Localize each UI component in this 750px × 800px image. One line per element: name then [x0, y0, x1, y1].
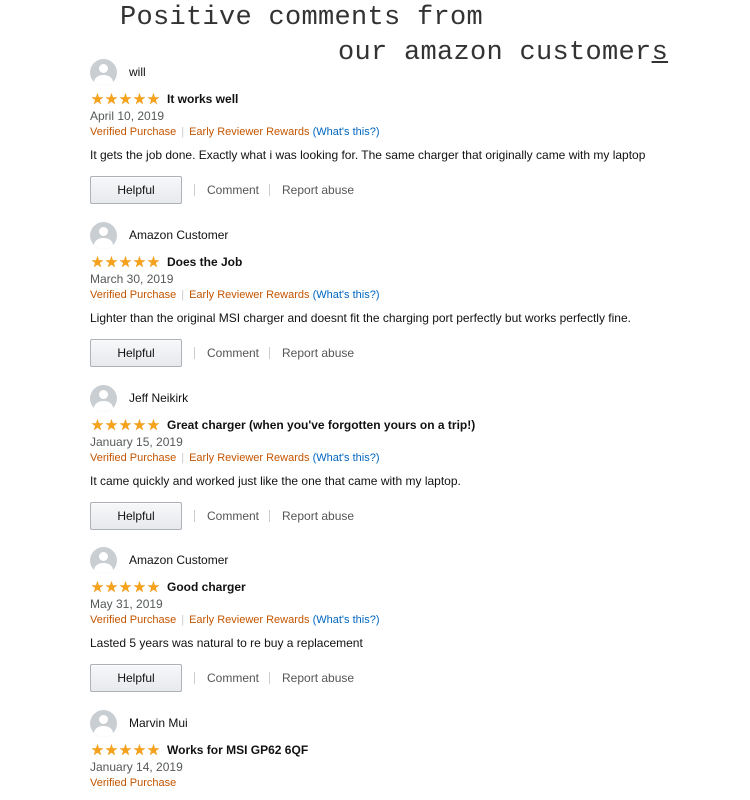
- avatar-icon: [90, 384, 117, 412]
- reviewer-name[interactable]: will: [129, 65, 146, 79]
- action-divider: [194, 347, 195, 359]
- reviewer-name[interactable]: Marvin Mui: [129, 716, 188, 730]
- reviewer-name[interactable]: Amazon Customer: [129, 553, 228, 567]
- reviewer-profile[interactable]: Amazon Customer: [90, 546, 730, 574]
- reviewer-name[interactable]: Jeff Neikirk: [129, 391, 188, 405]
- reviewer-profile[interactable]: Amazon Customer: [90, 221, 730, 249]
- star-icon: ★: [146, 741, 161, 759]
- review-card: Jeff Neikirk ★ ★ ★ ★ ★ Great charger (when y…: [90, 384, 730, 530]
- review-title[interactable]: Great charger (when you've forgotten you…: [167, 418, 475, 432]
- star-icon: ★: [132, 90, 147, 108]
- verified-purchase-badge: Verified Purchase: [90, 452, 177, 464]
- verified-purchase-badge: Verified Purchase: [90, 289, 177, 301]
- review-date: January 14, 2019: [90, 760, 183, 774]
- action-divider: [194, 672, 195, 684]
- review-date: March 30, 2019: [90, 272, 174, 286]
- review-body: It came quickly and worked just like the…: [90, 474, 461, 488]
- whats-this-link[interactable]: What's this?: [316, 126, 376, 138]
- review-date: May 31, 2019: [90, 597, 163, 611]
- action-divider: [194, 184, 195, 196]
- star-icon: ★: [132, 253, 147, 271]
- star-icon: ★: [104, 741, 119, 759]
- review-card: Marvin Mui ★ ★ ★ ★ ★ Works for MSI GP62 6QF …: [90, 709, 730, 792]
- whats-this-link[interactable]: What's this?: [316, 289, 376, 301]
- review-card: Amazon Customer ★ ★ ★ ★ ★ Good charger May 3…: [90, 546, 730, 692]
- star-rating[interactable]: ★ ★ ★ ★ ★: [90, 580, 160, 595]
- reviewer-profile[interactable]: Marvin Mui: [90, 709, 730, 737]
- review-title[interactable]: Does the Job: [167, 255, 242, 269]
- review-title[interactable]: Works for MSI GP62 6QF: [167, 743, 308, 757]
- report-abuse-link[interactable]: Report abuse: [282, 509, 354, 523]
- star-rating[interactable]: ★ ★ ★ ★ ★: [90, 92, 160, 107]
- early-reviewer-badge: Early Reviewer Rewards: [189, 126, 310, 138]
- review-body: Lasted 5 years was natural to re buy a r…: [90, 636, 363, 650]
- star-icon: ★: [90, 90, 105, 108]
- star-icon: ★: [104, 90, 119, 108]
- star-icon: ★: [146, 578, 161, 596]
- star-icon: ★: [118, 416, 133, 434]
- comment-link[interactable]: Comment: [207, 671, 259, 685]
- helpful-button[interactable]: Helpful: [90, 176, 182, 204]
- star-rating[interactable]: ★ ★ ★ ★ ★: [90, 418, 160, 433]
- star-icon: ★: [132, 578, 147, 596]
- star-rating[interactable]: ★ ★ ★ ★ ★: [90, 255, 160, 270]
- star-icon: ★: [118, 578, 133, 596]
- star-icon: ★: [104, 578, 119, 596]
- reviewer-name[interactable]: Amazon Customer: [129, 228, 228, 242]
- whats-this-link[interactable]: What's this?: [316, 614, 376, 626]
- review-card: will ★ ★ ★ ★ ★ It works well April 10, 2019 …: [90, 58, 730, 204]
- helpful-button[interactable]: Helpful: [90, 502, 182, 530]
- action-divider: [269, 184, 271, 196]
- helpful-button[interactable]: Helpful: [90, 664, 182, 692]
- review-card: Amazon Customer ★ ★ ★ ★ ★ Does the Job March…: [90, 221, 730, 367]
- star-icon: ★: [90, 253, 105, 271]
- early-reviewer-badge: Early Reviewer Rewards: [189, 614, 310, 626]
- comment-link[interactable]: Comment: [207, 346, 259, 360]
- star-icon: ★: [118, 741, 133, 759]
- review-date: April 10, 2019: [90, 109, 165, 123]
- star-icon: ★: [118, 90, 133, 108]
- helpful-button[interactable]: Helpful: [90, 339, 182, 367]
- star-rating[interactable]: ★ ★ ★ ★ ★: [90, 743, 160, 758]
- reviewer-profile[interactable]: will: [90, 58, 730, 86]
- verified-purchase-badge: Verified Purchase: [90, 614, 177, 626]
- early-reviewer-badge: Early Reviewer Rewards: [189, 289, 310, 301]
- star-icon: ★: [132, 416, 147, 434]
- report-abuse-link[interactable]: Report abuse: [282, 183, 354, 197]
- action-divider: [269, 347, 271, 359]
- review-body: Lighter than the original MSI charger an…: [90, 311, 631, 325]
- star-icon: ★: [132, 741, 147, 759]
- early-reviewer-badge: Early Reviewer Rewards: [189, 452, 310, 464]
- avatar-icon: [90, 221, 117, 249]
- whats-this-link[interactable]: What's this?: [316, 452, 376, 464]
- reviewer-profile[interactable]: Jeff Neikirk: [90, 384, 730, 412]
- report-abuse-link[interactable]: Report abuse: [282, 671, 354, 685]
- headline-line-1: Positive comments from: [120, 3, 484, 33]
- report-abuse-link[interactable]: Report abuse: [282, 346, 354, 360]
- star-icon: ★: [104, 416, 119, 434]
- star-icon: ★: [118, 253, 133, 271]
- comment-link[interactable]: Comment: [207, 509, 259, 523]
- star-icon: ★: [146, 416, 161, 434]
- verified-purchase-badge: Verified Purchase: [90, 126, 177, 138]
- action-divider: [269, 672, 271, 684]
- review-date: January 15, 2019: [90, 435, 183, 449]
- avatar-icon: [90, 546, 117, 574]
- verified-purchase-badge: Verified Purchase: [90, 777, 177, 789]
- star-icon: ★: [90, 741, 105, 759]
- avatar-icon: [90, 58, 117, 86]
- action-divider: [269, 510, 271, 522]
- star-icon: ★: [104, 253, 119, 271]
- star-icon: ★: [90, 416, 105, 434]
- review-title[interactable]: Good charger: [167, 580, 246, 594]
- action-divider: [194, 510, 195, 522]
- review-title[interactable]: It works well: [167, 92, 238, 106]
- star-icon: ★: [146, 90, 161, 108]
- star-icon: ★: [90, 578, 105, 596]
- avatar-icon: [90, 709, 117, 737]
- review-body: It gets the job done. Exactly what i was…: [90, 148, 646, 162]
- star-icon: ★: [146, 253, 161, 271]
- comment-link[interactable]: Comment: [207, 183, 259, 197]
